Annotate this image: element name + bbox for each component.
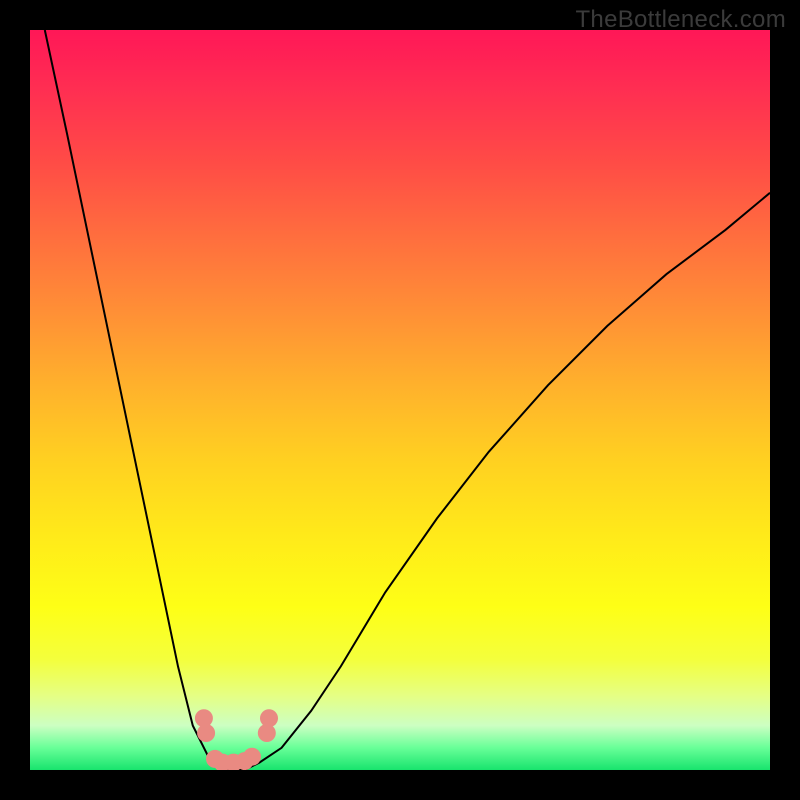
scatter-markers-svg [30, 30, 770, 770]
plot-area [30, 30, 770, 770]
watermark-text: TheBottleneck.com [575, 6, 786, 34]
highlight-point [243, 748, 261, 766]
highlighted-points-group [195, 709, 278, 770]
highlight-point [197, 724, 215, 742]
highlight-point [260, 709, 278, 727]
chart-frame: TheBottleneck.com [0, 0, 800, 800]
